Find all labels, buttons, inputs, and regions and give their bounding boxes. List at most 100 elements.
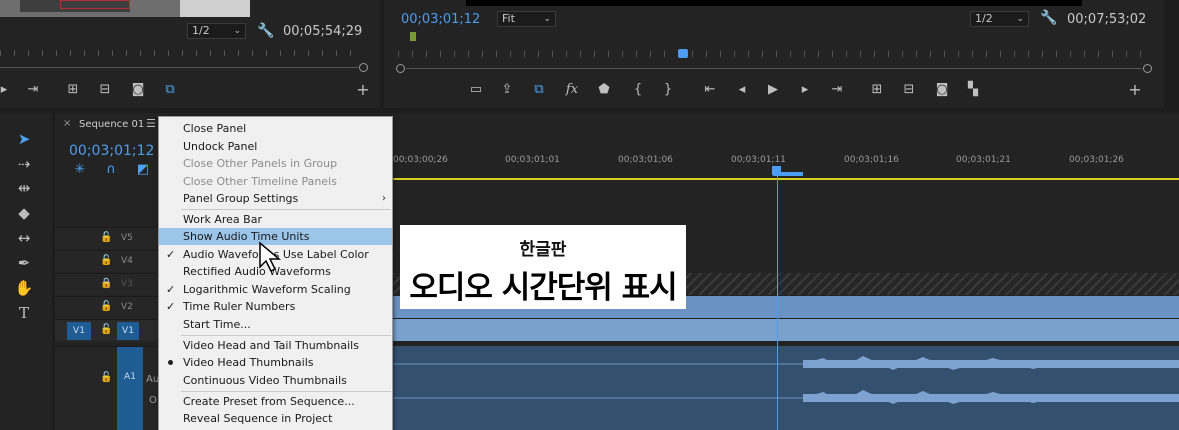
menu-item-continuous-thumbnails[interactable]: Continuous Video Thumbnails [159,372,392,389]
wrench-icon[interactable]: 🔧 [257,22,275,40]
track-name: V5 [121,233,133,243]
zoom-handle-left[interactable] [396,64,405,73]
source-patch-v1[interactable]: V1 [67,322,91,340]
audio-waveform [393,356,1179,404]
zoom-fit-select[interactable]: Fit ⌄ [497,11,556,27]
chevron-down-icon: ⌄ [233,26,241,36]
program-time-ruler[interactable] [398,51,1148,57]
play-stop-icon[interactable]: ▶ [764,81,782,99]
go-to-in-icon[interactable]: ⇤ [701,81,719,99]
insert-icon[interactable]: ⊞ [64,81,82,99]
ripple-edit-tool-icon[interactable]: ⇹ [14,178,34,198]
mark-out-icon[interactable]: } [659,81,677,99]
menu-item-label: Rectified Audio Waveforms [183,265,331,278]
playhead-marker[interactable] [678,49,688,58]
time-ruler[interactable]: 00;03;00;26 00;03;01;01 00;03;01;06 00;0… [393,143,1179,179]
chevron-down-icon: ⌄ [1016,14,1024,24]
zoom-handle-right[interactable] [1143,64,1152,73]
go-to-out-icon[interactable]: ⇥ [828,81,846,99]
lock-icon[interactable]: 🔓 [100,255,112,266]
snap-icon[interactable]: ∩ [102,161,120,179]
menu-item-logarithmic-scaling[interactable]: ✓ Logarithmic Waveform Scaling [159,281,392,298]
program-current-timecode[interactable]: 00;03;01;12 [401,12,480,27]
comparison-icon[interactable]: ▚ [964,81,982,99]
menu-item-label: Undock Panel [183,140,258,153]
playhead-handle[interactable] [772,166,781,175]
button-editor-icon[interactable]: ⧉ [161,81,179,99]
source-zoom-bar[interactable] [0,67,358,68]
audio-clip-a1[interactable] [393,346,1179,430]
fx-icon[interactable]: fx [563,81,581,99]
add-marker-icon[interactable]: ⬟ [595,81,613,99]
lock-icon[interactable]: 🔒 [100,278,112,289]
safe-margins-icon[interactable]: ▭ [467,81,485,99]
export-frame-icon[interactable]: ⇪ [498,81,516,99]
overwrite-icon[interactable]: ⊟ [96,81,114,99]
checkmark-icon: ✓ [166,248,176,261]
hand-tool-icon[interactable]: ✋ [14,278,34,298]
wrench-icon[interactable]: 🔧 [1040,9,1058,27]
play-icon[interactable]: ▸ [0,81,13,99]
menu-item-work-area-bar[interactable]: Work Area Bar [159,211,392,228]
menu-item-label: Show Audio Time Units [183,230,310,243]
timeline-timecode[interactable]: 00;03;01;12 [69,143,154,159]
track-target-v1[interactable]: V1 [117,322,139,340]
sequence-tab[interactable]: Sequence 01 [79,119,144,130]
work-area-bar[interactable] [393,178,1179,180]
menu-divider [181,391,391,392]
zoom-handle[interactable] [359,63,368,72]
program-resolution-select[interactable]: 1/2 ⌄ [970,11,1029,27]
step-back-icon[interactable]: ◂ [733,81,751,99]
menu-item-undock-panel[interactable]: Undock Panel [159,138,392,155]
linked-selection-icon[interactable]: ◩ [134,161,152,179]
lock-icon[interactable]: 🔓 [100,232,112,243]
menu-item-time-ruler-numbers[interactable]: ✓ Time Ruler Numbers [159,298,392,315]
comparison-view-icon[interactable]: ⧉ [530,81,548,99]
program-video-frame [466,0,1082,6]
type-tool-icon[interactable]: T [14,303,34,323]
track-target-a1[interactable]: A1 [117,347,143,430]
track-name: V3 [121,279,133,289]
menu-item-head-tail-thumbnails[interactable]: Video Head and Tail Thumbnails [159,337,392,354]
add-button-icon[interactable]: + [354,81,372,99]
menu-item-start-time[interactable]: Start Time... [159,316,392,333]
add-button-icon[interactable]: + [1126,81,1144,99]
premiere-workspace: 1/2 ⌄ 🔧 00;05;54;29 ▸ ⇥ ⊞ ⊟ ◙ ⧉ + 00;03;… [0,0,1179,430]
nest-icon[interactable]: ✳ [71,161,89,179]
lock-icon[interactable]: 🔓 [100,324,112,335]
program-zoom-bar[interactable] [406,68,1142,69]
checkmark-icon: ✓ [166,283,176,296]
track-select-tool-icon[interactable]: ⇢ [14,154,34,174]
selection-tool-icon[interactable]: ➤ [14,129,34,149]
lock-icon[interactable]: 🔓 [100,301,112,312]
close-tab-icon[interactable]: × [63,118,71,129]
source-resolution-select[interactable]: 1/2 ⌄ [187,23,246,39]
slip-tool-icon[interactable]: ↔ [14,228,34,248]
video-clip-v1[interactable] [393,319,1179,341]
mark-in-icon[interactable]: { [629,81,647,99]
pen-tool-icon[interactable]: ✒ [14,253,34,273]
panel-menu-icon[interactable]: ☰ [146,117,156,130]
menu-item-label: Panel Group Settings [183,192,299,205]
lock-icon[interactable]: 🔓 [100,372,112,383]
menu-item-label: Reveal Sequence in Project [183,412,333,425]
extract-icon[interactable]: ⊟ [900,81,918,99]
menu-item-label: Create Preset from Sequence... [183,395,355,408]
step-forward-icon[interactable]: ▸ [796,81,814,99]
camera-icon[interactable]: ◙ [129,81,147,99]
menu-item-reveal-sequence[interactable]: Reveal Sequence in Project [159,410,392,427]
menu-item-close-other-panels: Close Other Panels in Group [159,155,392,172]
in-point-marker[interactable] [410,32,416,41]
razor-tool-icon[interactable]: ◆ [14,203,34,223]
playhead-line [777,176,778,430]
menu-item-close-panel[interactable]: Close Panel [159,120,392,137]
source-time-ruler[interactable] [0,50,362,56]
menu-item-panel-group-settings[interactable]: Panel Group Settings › [159,190,392,207]
mouse-cursor-icon [259,241,282,273]
camera-icon[interactable]: ◙ [933,81,951,99]
ruler-label: 00;03;01;06 [618,155,673,165]
step-forward-icon[interactable]: ⇥ [24,81,42,99]
menu-item-head-thumbnails[interactable]: Video Head Thumbnails [159,354,392,371]
lift-icon[interactable]: ⊞ [868,81,886,99]
menu-item-create-preset[interactable]: Create Preset from Sequence... [159,393,392,410]
